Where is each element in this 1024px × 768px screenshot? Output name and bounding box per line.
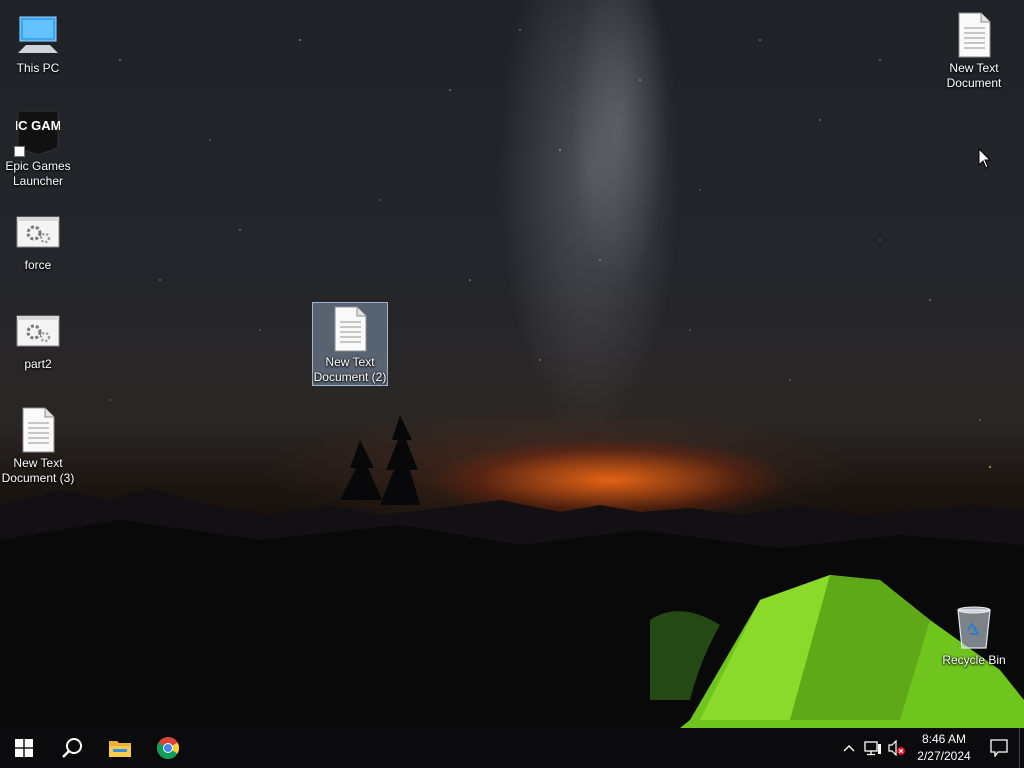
action-center-button[interactable] xyxy=(979,728,1019,768)
wallpaper xyxy=(0,29,1024,728)
chevron-up-icon xyxy=(843,745,855,752)
taskbar: 8:46 AM 2/27/2024 xyxy=(0,728,1024,768)
desktop-icon-new-text-document-2[interactable]: New Text Document (2) xyxy=(312,302,388,386)
desktop-icon-label: Recycle Bin xyxy=(942,653,1006,667)
network-button[interactable] xyxy=(861,728,885,768)
this-pc-icon xyxy=(14,11,62,59)
desktop-icon-new-text-document[interactable]: New Text Document xyxy=(936,8,1012,92)
chrome-button[interactable] xyxy=(144,728,192,768)
search-icon xyxy=(62,738,82,758)
show-hidden-icons-button[interactable] xyxy=(837,728,861,768)
desktop-icon-label: New Text Document (2) xyxy=(313,355,387,384)
notification-icon xyxy=(990,739,1008,757)
desktop-icon-label: New Text Document (3) xyxy=(1,456,75,485)
folder-icon xyxy=(109,741,131,757)
batch-file-icon xyxy=(14,208,62,256)
desktop-icon-recycle-bin[interactable]: Recycle Bin xyxy=(936,600,1012,669)
system-tray: 8:46 AM 2/27/2024 xyxy=(837,728,1024,768)
clock[interactable]: 8:46 AM 2/27/2024 xyxy=(909,728,979,768)
search-button[interactable] xyxy=(48,728,96,768)
desktop-icon-epic-games-launcher[interactable]: EPIC GAMES Epic Games Launcher xyxy=(0,106,76,190)
text-document-icon xyxy=(326,305,374,353)
desktop-icon-label: part2 xyxy=(24,357,52,371)
desktop-icon-label: New Text Document xyxy=(946,61,1002,90)
start-button[interactable] xyxy=(0,728,48,768)
file-explorer-button[interactable] xyxy=(96,728,144,768)
windows-logo-icon xyxy=(15,739,33,757)
clock-date: 2/27/2024 xyxy=(917,749,971,763)
epic-games-logo-text: EPIC GAMES xyxy=(16,118,60,133)
clock-time: 8:46 AM xyxy=(921,732,967,746)
desktop-icon-part2[interactable]: part2 xyxy=(0,304,76,373)
desktop-icon-force[interactable]: force xyxy=(0,205,76,274)
volume-button[interactable] xyxy=(885,728,909,768)
desktop-icon-label: force xyxy=(24,258,52,272)
mouse-cursor-icon xyxy=(978,148,992,169)
recycle-bin-icon xyxy=(950,603,998,651)
network-icon xyxy=(864,741,881,756)
desktop[interactable]: This PC EPIC GAMES Epic Games Launcher f… xyxy=(0,0,1024,728)
show-desktop-button[interactable] xyxy=(1019,728,1024,768)
desktop-icon-new-text-document-3[interactable]: New Text Document (3) xyxy=(0,403,76,487)
volume-muted-icon xyxy=(888,740,905,756)
desktop-icon-this-pc[interactable]: This PC xyxy=(0,8,76,77)
batch-file-icon xyxy=(14,307,62,355)
desktop-icon-label: Epic Games Launcher xyxy=(5,159,71,188)
text-document-icon xyxy=(14,406,62,454)
shortcut-arrow-icon xyxy=(14,146,25,157)
chrome-icon xyxy=(157,737,179,759)
epic-games-icon: EPIC GAMES xyxy=(14,109,62,157)
desktop-icon-label: This PC xyxy=(16,61,60,75)
text-document-icon xyxy=(950,11,998,59)
